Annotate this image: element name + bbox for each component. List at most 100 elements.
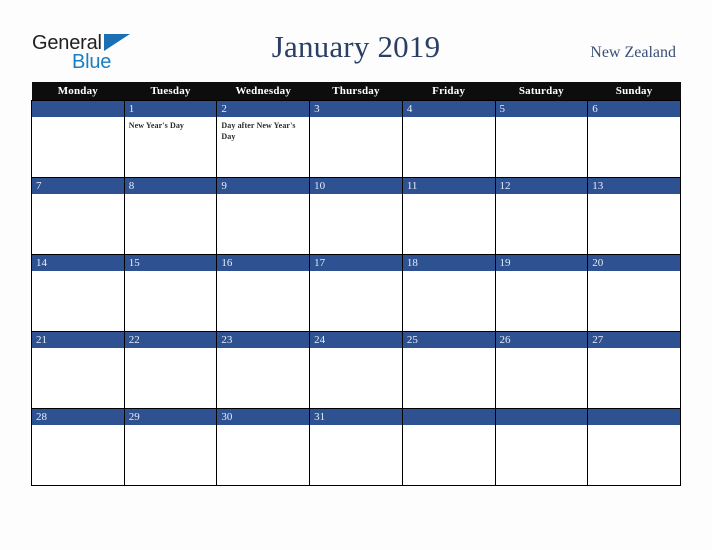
day-number: 24 bbox=[310, 332, 402, 348]
calendar-day-cell[interactable]: 26 bbox=[494, 331, 589, 409]
day-events: Day after New Year's Day bbox=[217, 117, 309, 142]
calendar-day-cell[interactable]: 18 bbox=[401, 254, 496, 332]
holiday-label: Day after New Year's Day bbox=[221, 121, 296, 141]
day-number: 17 bbox=[310, 255, 402, 271]
day-events bbox=[588, 271, 680, 274]
day-number: 6 bbox=[588, 101, 680, 117]
day-events bbox=[217, 425, 309, 428]
calendar-day-cell[interactable]: 10 bbox=[309, 177, 403, 255]
day-number: 23 bbox=[217, 332, 310, 348]
day-events bbox=[32, 117, 124, 120]
day-number: 27 bbox=[588, 332, 680, 348]
calendar-week-row: 14 15 16 17 18 19 20 bbox=[31, 254, 681, 332]
day-events bbox=[496, 271, 588, 274]
day-number: 31 bbox=[310, 409, 402, 425]
day-number: 8 bbox=[124, 178, 217, 194]
day-events bbox=[588, 117, 680, 120]
day-events bbox=[125, 271, 217, 274]
calendar-empty-cell bbox=[587, 408, 681, 486]
day-number: 18 bbox=[402, 255, 495, 271]
calendar-day-cell[interactable]: 4 bbox=[401, 100, 496, 178]
weekday-header-wednesday: Wednesday bbox=[216, 82, 310, 101]
calendar-day-cell[interactable]: 1 New Year's Day bbox=[123, 100, 218, 178]
day-number: 28 bbox=[32, 409, 124, 425]
day-number: 29 bbox=[124, 409, 217, 425]
day-events bbox=[310, 194, 402, 197]
day-number: 26 bbox=[495, 332, 588, 348]
calendar-table: Monday Tuesday Wednesday Thursday Friday… bbox=[31, 82, 681, 486]
day-events bbox=[403, 348, 495, 351]
calendar-day-cell[interactable]: 16 bbox=[216, 254, 311, 332]
day-events bbox=[32, 348, 124, 351]
day-events bbox=[125, 194, 217, 197]
day-number: 5 bbox=[495, 101, 588, 117]
country-label: New Zealand bbox=[590, 44, 676, 61]
calendar-day-cell[interactable]: 6 bbox=[587, 100, 681, 178]
day-number: 11 bbox=[402, 178, 495, 194]
holiday-label: New Year's Day bbox=[128, 121, 185, 130]
day-number: 12 bbox=[495, 178, 588, 194]
day-events bbox=[588, 194, 680, 197]
calendar-day-cell[interactable]: 9 bbox=[216, 177, 311, 255]
calendar-week-row: 21 22 23 24 25 26 27 bbox=[31, 331, 681, 409]
calendar-day-cell[interactable]: 31 bbox=[309, 408, 403, 486]
day-events bbox=[496, 194, 588, 197]
calendar-day-cell[interactable]: 30 bbox=[216, 408, 311, 486]
calendar-day-cell[interactable]: 23 bbox=[216, 331, 311, 409]
day-events bbox=[32, 194, 124, 197]
calendar-day-cell[interactable]: 21 bbox=[31, 331, 125, 409]
calendar-day-cell[interactable]: 25 bbox=[401, 331, 496, 409]
day-number bbox=[495, 409, 588, 425]
day-number: 14 bbox=[32, 255, 124, 271]
calendar-day-cell[interactable]: 19 bbox=[494, 254, 589, 332]
day-number bbox=[588, 409, 680, 425]
day-number: 22 bbox=[124, 332, 217, 348]
day-number: 15 bbox=[124, 255, 217, 271]
calendar-day-cell[interactable]: 15 bbox=[123, 254, 218, 332]
calendar-day-cell[interactable]: 2 Day after New Year's Day bbox=[216, 100, 311, 178]
calendar-day-cell[interactable]: 28 bbox=[31, 408, 125, 486]
calendar-day-cell[interactable]: 20 bbox=[587, 254, 681, 332]
day-number: 7 bbox=[32, 178, 124, 194]
calendar-day-cell[interactable]: 8 bbox=[123, 177, 218, 255]
day-events bbox=[32, 425, 124, 428]
calendar-body: 1 New Year's Day 2 Day after New Year's Day… bbox=[31, 100, 681, 486]
calendar-day-cell[interactable]: 14 bbox=[31, 254, 125, 332]
weekday-header-friday: Friday bbox=[402, 82, 496, 101]
day-number: 19 bbox=[495, 255, 588, 271]
day-events bbox=[403, 425, 495, 428]
calendar-day-cell[interactable]: 5 bbox=[494, 100, 589, 178]
calendar-day-cell[interactable]: 17 bbox=[309, 254, 403, 332]
calendar-day-cell[interactable]: 11 bbox=[401, 177, 496, 255]
day-number: 10 bbox=[310, 178, 402, 194]
calendar-day-cell[interactable]: 22 bbox=[123, 331, 218, 409]
calendar-day-cell[interactable]: 3 bbox=[309, 100, 403, 178]
day-number: 30 bbox=[217, 409, 310, 425]
calendar-week-row: 7 8 9 10 11 12 13 bbox=[31, 177, 681, 255]
day-number: 1 bbox=[124, 101, 217, 117]
day-number: 3 bbox=[310, 101, 402, 117]
calendar-empty-cell bbox=[401, 408, 496, 486]
day-number: 9 bbox=[217, 178, 310, 194]
calendar-day-cell[interactable]: 12 bbox=[494, 177, 589, 255]
day-number: 21 bbox=[32, 332, 124, 348]
day-events bbox=[310, 425, 402, 428]
day-events bbox=[496, 348, 588, 351]
day-events bbox=[496, 425, 588, 428]
page-header: General Blue January 2019 New Zealand bbox=[0, 0, 712, 82]
weekday-header-saturday: Saturday bbox=[495, 82, 588, 101]
day-events bbox=[217, 348, 309, 351]
day-events: New Year's Day bbox=[125, 117, 217, 131]
calendar-day-cell[interactable]: 24 bbox=[309, 331, 403, 409]
weekday-header-monday: Monday bbox=[31, 82, 125, 101]
calendar-day-cell[interactable]: 7 bbox=[31, 177, 125, 255]
day-events bbox=[217, 271, 309, 274]
day-events bbox=[403, 271, 495, 274]
weekday-header-row: Monday Tuesday Wednesday Thursday Friday… bbox=[31, 82, 681, 101]
day-events bbox=[32, 271, 124, 274]
calendar-day-cell[interactable]: 13 bbox=[587, 177, 681, 255]
calendar-day-cell[interactable]: 27 bbox=[587, 331, 681, 409]
calendar-week-row: 1 New Year's Day 2 Day after New Year's Day… bbox=[31, 100, 681, 178]
calendar-day-cell[interactable]: 29 bbox=[123, 408, 218, 486]
day-number: 16 bbox=[217, 255, 310, 271]
